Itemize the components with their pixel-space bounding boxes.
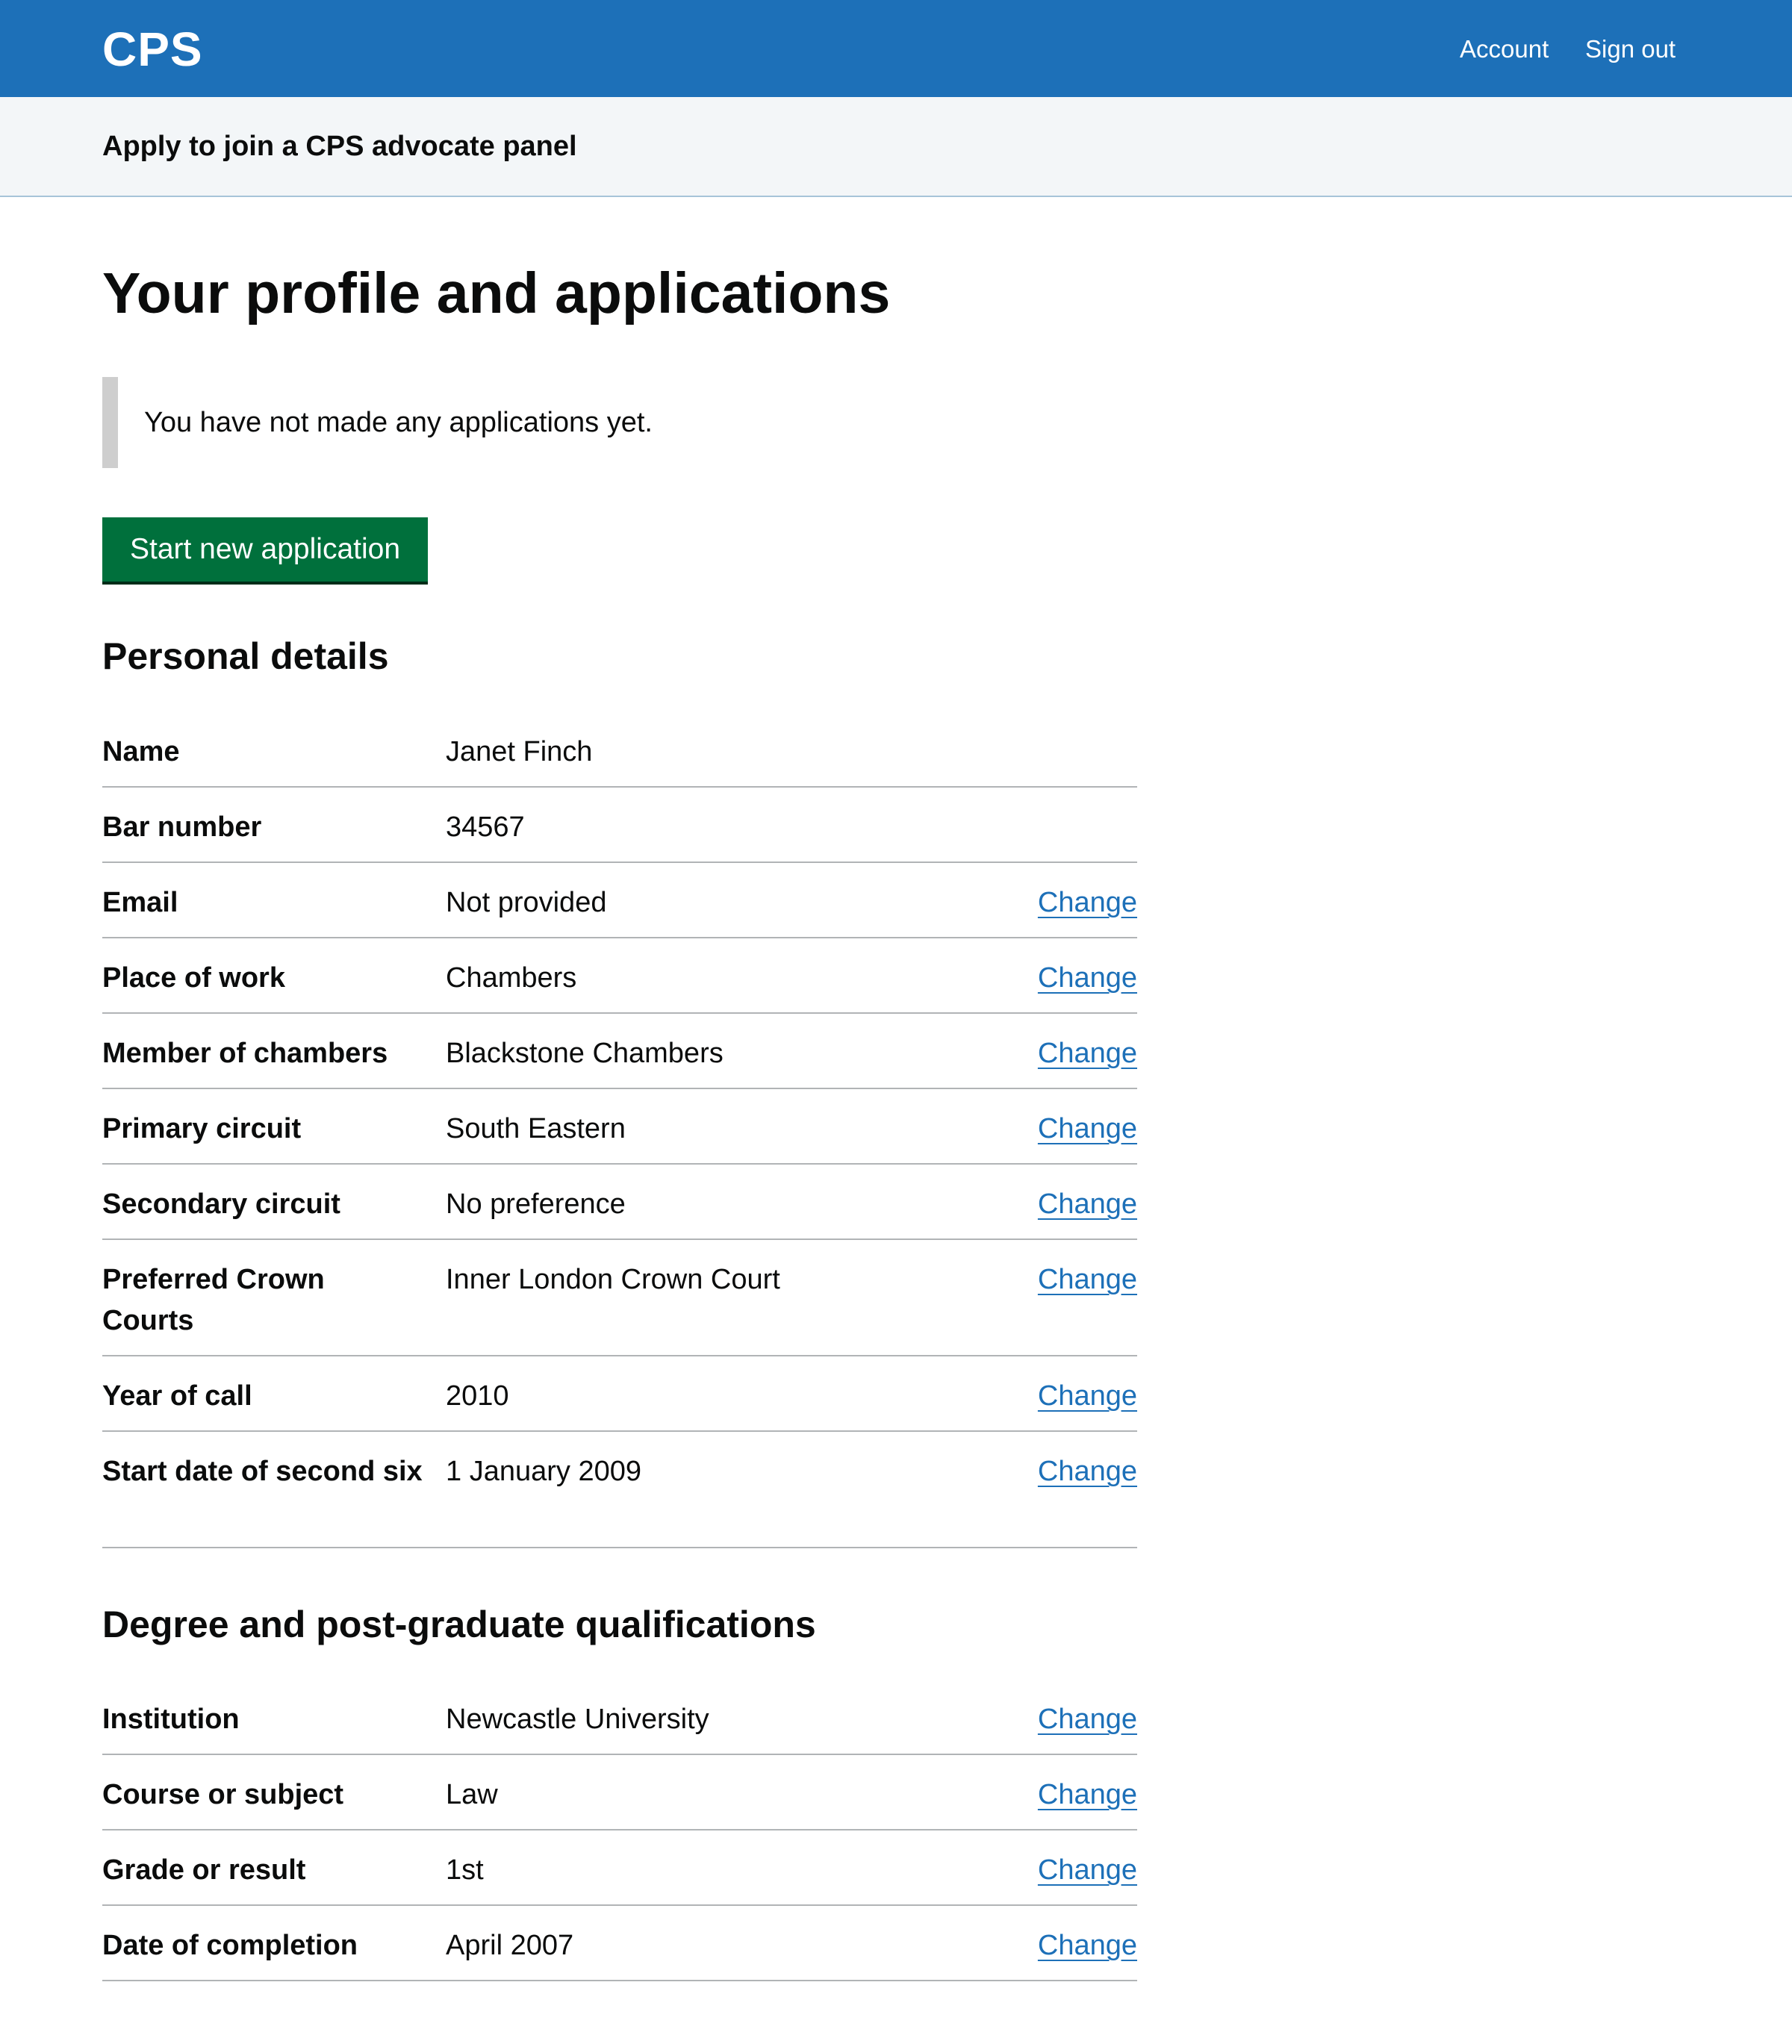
summary-key: Year of call	[102, 1380, 252, 1412]
summary-key: Bar number	[102, 811, 262, 843]
summary-row-grade-or-result: Grade or result 1st Change	[102, 1830, 1137, 1906]
degree-qualifications-heading: Degree and post-graduate qualifications	[102, 1604, 816, 1645]
change-institution-link[interactable]: Change	[1038, 1699, 1137, 1740]
change-date-of-completion-link[interactable]: Change	[1038, 1925, 1137, 1966]
personal-details-heading: Personal details	[102, 635, 389, 677]
summary-row-date-of-completion: Date of completion April 2007 Change	[102, 1906, 1137, 1981]
summary-row-place-of-work: Place of work Chambers Change	[102, 938, 1137, 1014]
start-new-application-button[interactable]: Start new application	[102, 517, 428, 582]
summary-key: Secondary circuit	[102, 1188, 340, 1220]
summary-value: Janet Finch	[446, 736, 593, 767]
summary-value: 1 January 2009	[446, 1456, 641, 1487]
summary-key: Name	[102, 736, 180, 767]
change-email-link[interactable]: Change	[1038, 882, 1137, 923]
service-navigation: Apply to join a CPS advocate panel	[0, 97, 1792, 197]
summary-key: Course or subject	[102, 1779, 344, 1810]
summary-key: Primary circuit	[102, 1113, 302, 1144]
summary-key: Preferred Crown Courts	[102, 1264, 325, 1336]
change-start-date-second-six-link[interactable]: Change	[1038, 1451, 1137, 1492]
change-grade-or-result-link[interactable]: Change	[1038, 1850, 1137, 1891]
summary-row-year-of-call: Year of call 2010 Change	[102, 1356, 1137, 1432]
summary-key: Grade or result	[102, 1854, 306, 1886]
personal-details-summary: Name Janet Finch Bar number 34567 Email …	[102, 712, 1137, 1548]
sign-out-link[interactable]: Sign out	[1585, 33, 1676, 66]
summary-value: Not provided	[446, 887, 607, 918]
summary-value: 34567	[446, 811, 525, 843]
summary-value: South Eastern	[446, 1113, 626, 1144]
site-header: CPS Account Sign out	[0, 0, 1792, 97]
summary-value: April 2007	[446, 1930, 574, 1961]
summary-key: Place of work	[102, 962, 285, 994]
summary-row-member-of-chambers: Member of chambers Blackstone Chambers C…	[102, 1014, 1137, 1089]
degree-qualifications-summary: Institution Newcastle University Change …	[102, 1680, 1137, 1981]
summary-value: 2010	[446, 1380, 509, 1412]
summary-row-email: Email Not provided Change	[102, 863, 1137, 938]
change-year-of-call-link[interactable]: Change	[1038, 1376, 1137, 1417]
account-link[interactable]: Account	[1460, 33, 1549, 66]
summary-key: Date of completion	[102, 1930, 358, 1961]
summary-row-institution: Institution Newcastle University Change	[102, 1680, 1137, 1755]
change-place-of-work-link[interactable]: Change	[1038, 958, 1137, 999]
service-name[interactable]: Apply to join a CPS advocate panel	[102, 128, 577, 164]
change-member-of-chambers-link[interactable]: Change	[1038, 1033, 1137, 1074]
summary-value: No preference	[446, 1188, 626, 1220]
summary-value: Blackstone Chambers	[446, 1038, 724, 1069]
summary-row-course-or-subject: Course or subject Law Change	[102, 1755, 1137, 1830]
summary-value: Law	[446, 1779, 498, 1810]
summary-row-secondary-circuit: Secondary circuit No preference Change	[102, 1165, 1137, 1240]
summary-key: Member of chambers	[102, 1038, 388, 1069]
summary-row-preferred-crown-courts: Preferred Crown Courts Inner London Crow…	[102, 1240, 1137, 1356]
change-preferred-crown-courts-link[interactable]: Change	[1038, 1259, 1137, 1300]
summary-row-start-date-second-six: Start date of second six 1 January 2009 …	[102, 1432, 1137, 1548]
summary-row-bar-number: Bar number 34567	[102, 788, 1137, 863]
page-title: Your profile and applications	[102, 261, 891, 325]
summary-value: Inner London Crown Court	[446, 1264, 780, 1295]
summary-key: Start date of second six	[102, 1456, 423, 1487]
inset-text: You have not made any applications yet.	[144, 407, 653, 438]
summary-key: Email	[102, 887, 178, 918]
summary-value: Chambers	[446, 962, 577, 994]
change-primary-circuit-link[interactable]: Change	[1038, 1109, 1137, 1150]
summary-row-primary-circuit: Primary circuit South Eastern Change	[102, 1089, 1137, 1165]
cps-logo[interactable]: CPS	[102, 21, 203, 78]
summary-value: 1st	[446, 1854, 484, 1886]
change-secondary-circuit-link[interactable]: Change	[1038, 1184, 1137, 1225]
change-course-or-subject-link[interactable]: Change	[1038, 1775, 1137, 1816]
summary-key: Institution	[102, 1704, 240, 1735]
summary-row-name: Name Janet Finch	[102, 712, 1137, 788]
summary-value: Newcastle University	[446, 1704, 709, 1735]
inset-notice: You have not made any applications yet.	[102, 377, 1073, 468]
